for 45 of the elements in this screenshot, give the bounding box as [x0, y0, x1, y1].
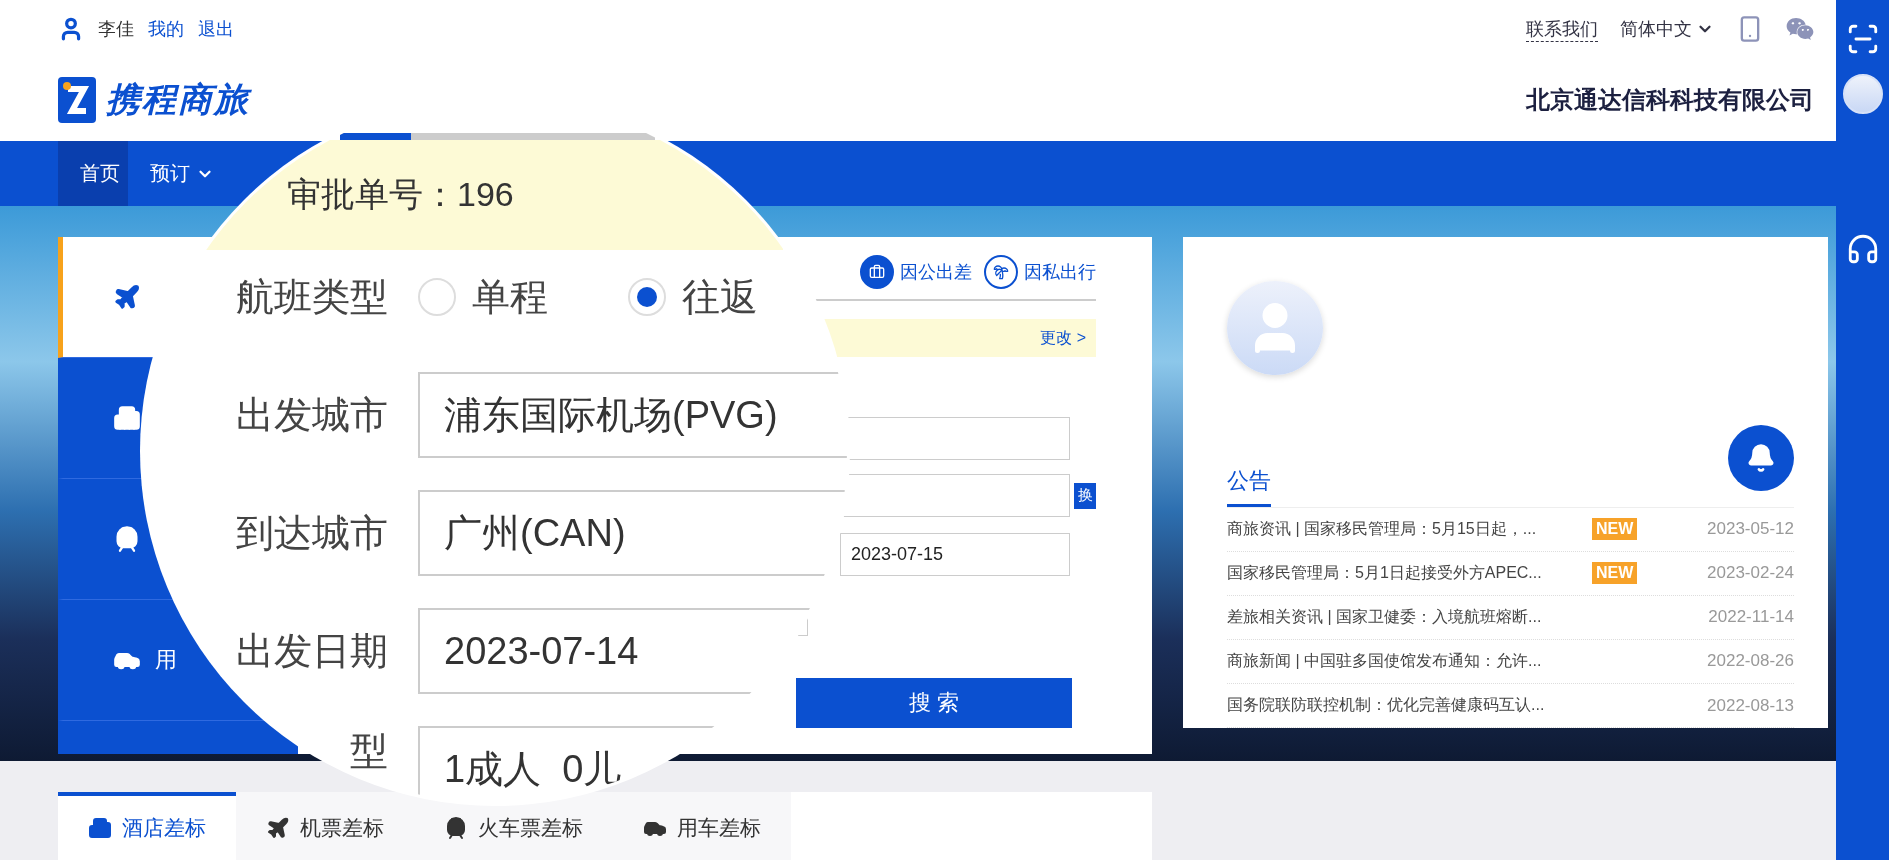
language-dropdown[interactable]: 简体中文 — [1620, 17, 1714, 41]
announcement-title[interactable]: 差旅相关资讯 | 国家卫健委：入境航班熔断... — [1227, 606, 1592, 628]
input-field[interactable]: 广州(CAN) — [418, 490, 847, 576]
announcement-title[interactable]: 国家移民管理局：5月1日起接受外方APEC... — [1227, 562, 1592, 584]
change-link[interactable]: 更改 > — [1040, 327, 1086, 349]
brand-name: 携程商旅 — [106, 78, 250, 120]
input-field[interactable]: 浦东国际机场(PVG) — [418, 372, 847, 458]
new-badge: NEW — [1592, 518, 1638, 541]
contact-link[interactable]: 联系我们 — [1526, 16, 1598, 42]
trip-type-option[interactable]: 因私出行 — [984, 255, 1096, 289]
announcement-date: 2022-11-14 — [1708, 607, 1794, 628]
standard-tab[interactable]: 机票差标 — [236, 792, 414, 860]
announcement-date: 2023-02-24 — [1707, 563, 1794, 584]
standard-tab[interactable]: 用车差标 — [613, 792, 791, 860]
logo-mark-icon — [58, 76, 96, 123]
field-label: 出发城市 — [236, 392, 388, 438]
swap-button[interactable]: 换 — [1074, 482, 1096, 509]
radio-option[interactable]: 单程 — [418, 271, 548, 323]
avatar-silhouette[interactable] — [1842, 74, 1883, 114]
announcement-title[interactable]: 国务院联防联控机制：优化完善健康码互认... — [1227, 695, 1592, 716]
search-button[interactable]: 搜 索 — [796, 678, 1072, 728]
field-label: 到达城市 — [236, 510, 388, 556]
announcement-tab[interactable]: 公告 — [1227, 465, 1271, 507]
train-icon — [444, 816, 468, 840]
field-label: 型 — [350, 729, 388, 774]
announcement-date: 2022-08-26 — [1707, 651, 1794, 672]
announcement-date: 2023-05-12 — [1707, 519, 1794, 540]
header-link[interactable]: 退出 — [198, 17, 234, 41]
building-icon — [88, 816, 112, 840]
announcement-title[interactable]: 商旅新闻 | 中国驻多国使馆发布通知：允许... — [1227, 651, 1592, 672]
announcement-title[interactable]: 商旅资讯 | 国家移民管理局：5月15日起，... — [1227, 518, 1592, 540]
radio-option[interactable]: 往返 — [628, 271, 758, 323]
field-label: 航班类型 — [236, 274, 388, 320]
header-link[interactable]: 我的 — [148, 17, 184, 41]
bell-icon — [1746, 442, 1776, 473]
trip-type-option[interactable]: 因公出差 — [860, 255, 972, 289]
chat-bubbles-icon[interactable] — [1786, 15, 1814, 43]
plane-icon — [266, 816, 290, 840]
announcement-date: 2022-08-13 — [1707, 695, 1794, 716]
new-badge: NEW — [1592, 562, 1638, 585]
approval-number: 审批单号：196 — [287, 174, 514, 215]
nav-tab[interactable]: 首页 — [58, 141, 128, 206]
user-name: 李佳 — [98, 18, 134, 41]
plane-icon — [113, 283, 141, 311]
company-name: 北京通达信科科技有限公司 — [1526, 84, 1814, 115]
